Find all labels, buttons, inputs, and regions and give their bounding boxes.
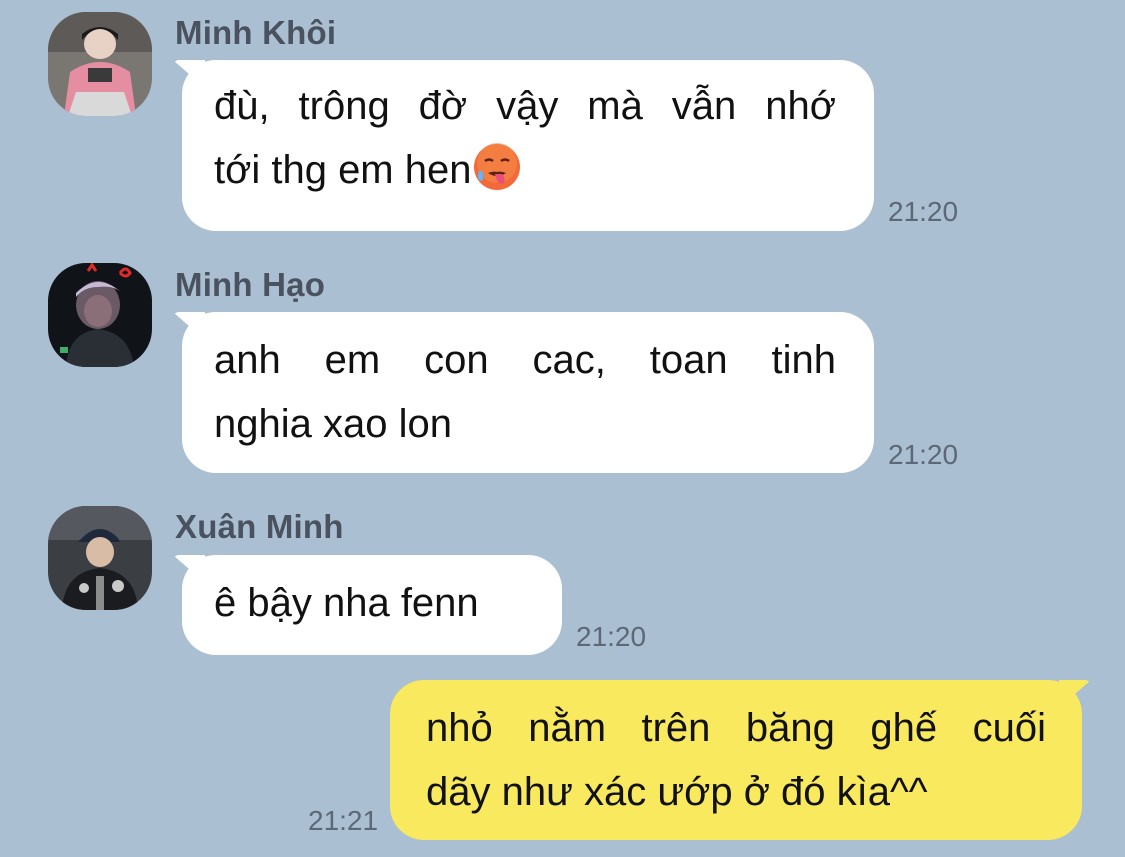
word: trên	[641, 706, 711, 750]
message-bubble[interactable]: đù, trông đờ vậy mà vẫn nhớ tới thg em h…	[182, 60, 874, 231]
word: nhỏ	[426, 706, 493, 750]
sender-name: Minh Hạo	[175, 266, 326, 303]
word: tinh	[771, 338, 837, 382]
word: đù,	[214, 84, 270, 128]
word: ghế	[870, 706, 938, 750]
message-line-1: nhỏ nằm trên băng ghế cuối	[426, 696, 1046, 760]
word: vậy	[496, 84, 559, 128]
message-line-1: anh em con cac, toan tinh	[214, 328, 836, 392]
avatar-minh-khoi-image	[48, 12, 152, 116]
message-line-1: đù, trông đờ vậy mà vẫn nhớ	[214, 74, 836, 138]
avatar-xuan-minh-image	[48, 506, 152, 610]
avatar-xuan-minh[interactable]	[48, 506, 152, 610]
message-line-1: ê bậy nha fenn	[214, 581, 479, 625]
word: toan	[649, 338, 728, 382]
word: em	[324, 338, 381, 382]
message-line-2: tới thg em hen	[214, 138, 836, 202]
word: con	[424, 338, 489, 382]
avatar-minh-hao-image	[48, 263, 152, 367]
word: cuối	[972, 706, 1046, 750]
message-bubble[interactable]: anh em con cac, toan tinh nghia xao lon	[182, 312, 874, 473]
message-bubble[interactable]: ê bậy nha fenn	[182, 555, 562, 655]
word: băng	[745, 706, 835, 750]
message-text: tới thg em hen	[214, 148, 472, 192]
chat-thread[interactable]: Minh Khôi đù, trông đờ vậy mà vẫn nhớ tớ…	[0, 0, 1125, 857]
word: anh	[214, 338, 281, 382]
message-line-2: nghia xao lon	[214, 402, 452, 446]
message-line-2: dãy như xác ướp ở đó kìa^^	[426, 770, 928, 814]
message-bubble-outgoing[interactable]: nhỏ nằm trên băng ghế cuối dãy như xác ư…	[390, 680, 1082, 840]
word: trông	[298, 84, 390, 128]
sender-name: Minh Khôi	[175, 14, 337, 51]
word: cac,	[532, 338, 606, 382]
timestamp: 21:21	[308, 805, 379, 836]
timestamp: 21:20	[576, 621, 647, 652]
word: mà	[587, 84, 643, 128]
timestamp: 21:20	[888, 439, 959, 470]
avatar-minh-hao[interactable]	[48, 263, 152, 367]
word: nhớ	[765, 84, 836, 128]
word: vẫn	[671, 84, 737, 128]
sender-name: Xuân Minh	[175, 508, 344, 545]
word: đờ	[418, 84, 468, 128]
avatar-minh-khoi[interactable]	[48, 12, 152, 116]
timestamp: 21:20	[888, 196, 959, 227]
word: nằm	[528, 706, 607, 750]
hot-face-emoji-icon	[474, 143, 521, 190]
